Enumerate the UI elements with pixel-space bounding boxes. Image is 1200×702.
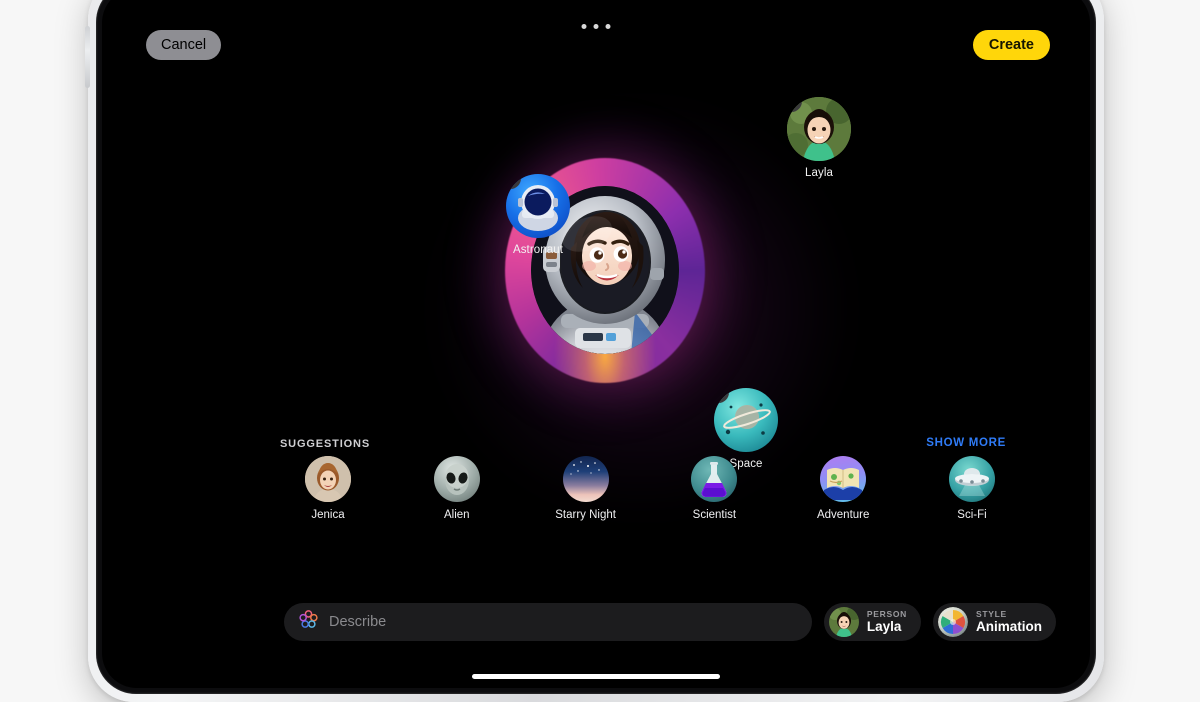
suggestion-label: Adventure <box>795 509 891 521</box>
bottom-toolbar: Describe PERSON Layla <box>102 593 1090 651</box>
minus-icon <box>714 392 724 394</box>
person-chip-value: Layla <box>867 619 907 634</box>
map-icon <box>820 456 866 502</box>
minus-icon <box>787 101 797 103</box>
describe-placeholder: Describe <box>329 614 386 630</box>
style-chip-value: Animation <box>976 619 1042 634</box>
flask-icon <box>691 456 737 502</box>
concept-bubble-layla[interactable]: Layla <box>773 97 865 179</box>
person-chip-kicker: PERSON <box>867 610 907 620</box>
person-photo-icon <box>787 97 851 161</box>
suggestion-label: Starry Night <box>538 509 634 521</box>
volume-button[interactable] <box>85 26 90 88</box>
style-chip[interactable]: STYLE Animation <box>933 603 1056 641</box>
suggestion-item-scientist[interactable]: Scientist <box>666 456 762 521</box>
style-chip-kicker: STYLE <box>976 610 1042 620</box>
person-photo-icon <box>305 456 351 502</box>
concept-label: Layla <box>773 167 865 179</box>
show-more-button[interactable]: SHOW MORE <box>926 437 1006 449</box>
person-chip[interactable]: PERSON Layla <box>824 603 921 641</box>
suggestion-label: Scientist <box>666 509 762 521</box>
suggestion-item-sci-fi[interactable]: Sci-Fi <box>924 456 1020 521</box>
home-indicator[interactable] <box>472 674 720 679</box>
suggestion-label: Jenica <box>280 509 376 521</box>
starry-sky-icon <box>563 456 609 502</box>
suggestions-row: Jenica Alien <box>280 456 1020 521</box>
suggestion-item-alien[interactable]: Alien <box>409 456 505 521</box>
suggestion-label: Alien <box>409 509 505 521</box>
concept-label: Astronaut <box>492 244 584 256</box>
suggestion-label: Sci-Fi <box>924 509 1020 521</box>
grabber-dots-icon[interactable] <box>582 24 611 29</box>
suggestion-item-adventure[interactable]: Adventure <box>795 456 891 521</box>
describe-input[interactable]: Describe <box>284 603 812 641</box>
concept-bubble-astronaut[interactable]: Astronaut <box>492 174 584 256</box>
suggestions-header: SUGGESTIONS <box>280 438 370 450</box>
planet-icon <box>714 388 778 452</box>
image-canvas: Astronaut <box>102 48 1090 488</box>
suggestion-item-starry-night[interactable]: Starry Night <box>538 456 634 521</box>
tablet-screen: Cancel Create <box>102 0 1090 688</box>
style-palette-icon <box>938 607 968 637</box>
ufo-icon <box>949 456 995 502</box>
minus-icon <box>506 178 516 180</box>
image-playground-ring-icon <box>298 609 319 635</box>
suggestion-item-jenica[interactable]: Jenica <box>280 456 376 521</box>
alien-head-icon <box>434 456 480 502</box>
astronaut-helmet-icon <box>506 174 570 238</box>
person-photo-icon <box>829 607 859 637</box>
